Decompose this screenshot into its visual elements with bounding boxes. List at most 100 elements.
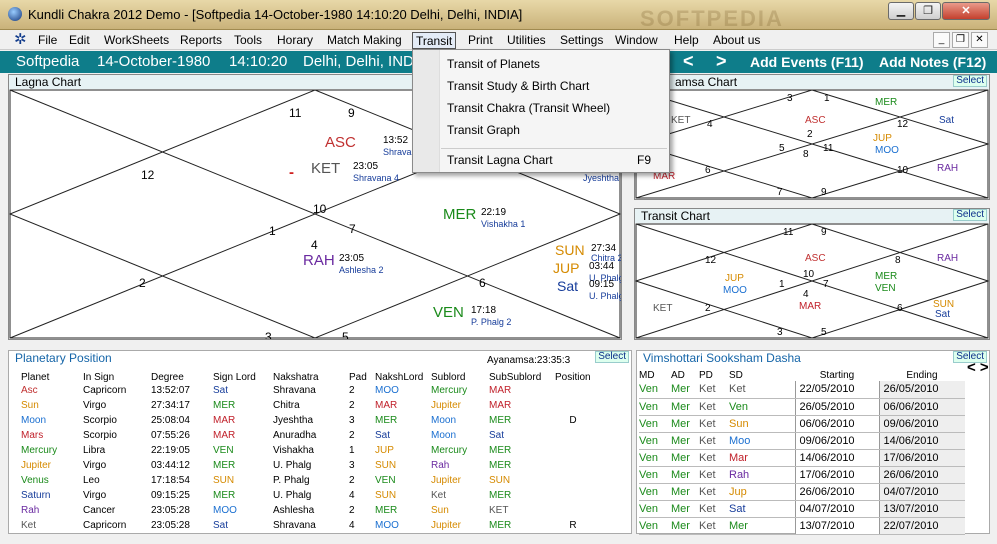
planetary-cell: Virgo <box>83 400 107 411</box>
dasha-row[interactable]: Ven Mer Ket Mer 13/07/2010 22/07/2010 <box>639 517 965 535</box>
mdi-restore-button[interactable]: ❐ <box>952 32 969 48</box>
planetary-row[interactable]: Jupiter Virgo 03:44:12 MER U. Phalg 3 SUN Rah ME… <box>17 458 591 473</box>
planetary-cell: Cancer <box>83 505 116 516</box>
dasha-row[interactable]: Ven Mer Ket Jup 26/06/2010 04/07/2010 <box>639 483 965 501</box>
menu-item-transit-lagna-chart[interactable]: Transit Lagna Chart <box>447 153 553 167</box>
planetary-cell: MOO <box>375 520 399 531</box>
menu-transit[interactable]: Transit <box>412 32 457 49</box>
dasha-row[interactable]: Ven Mer Ket Ket 22/05/2010 26/05/2010 <box>639 381 965 399</box>
menu-item-transit-of-planets[interactable]: Transit of Planets <box>447 57 540 71</box>
menu-window[interactable]: Window <box>612 32 661 49</box>
dasha-cell: Ven <box>639 466 671 484</box>
planetary-cell: Mercury <box>431 385 468 396</box>
nav-planet-ket: KET <box>671 115 690 126</box>
dasha-nav-arrows[interactable]: < > <box>967 359 989 376</box>
planetary-cell: SUN <box>213 475 235 486</box>
menu-item-transit-graph[interactable]: Transit Graph <box>447 123 520 137</box>
planetary-cell: Vishakha <box>273 445 314 456</box>
planetary-cell: Sat <box>213 385 229 396</box>
transit-select-button[interactable]: Select <box>953 209 987 221</box>
dasha-table: MD AD PD SD Starting Ending Ven Mer Ket Ket 22/05/… <box>639 369 965 535</box>
planetary-cell <box>551 503 591 518</box>
menu-item-transit-chakra[interactable]: Transit Chakra (Transit Wheel) <box>447 101 610 115</box>
planetary-row[interactable]: Sun Virgo 27:34:17 MER Chitra 2 MAR Jupiter MAR <box>17 398 591 413</box>
menu-settings[interactable]: Settings <box>557 32 606 49</box>
app-icon <box>8 7 22 21</box>
planetary-cell: Ashlesha <box>273 505 315 516</box>
planetary-cell: Anuradha <box>273 430 317 441</box>
planetary-row[interactable]: Mars Scorpio 07:55:26 MAR Anuradha 2 Sat Moon Sa… <box>17 428 591 443</box>
planetary-cell: MER <box>489 445 512 456</box>
planetary-cell: 22:19:05 <box>151 445 190 456</box>
tr-planet-ket: KET <box>653 303 672 314</box>
menu-item-transit-study[interactable]: Transit Study & Birth Chart <box>447 79 589 93</box>
dasha-row[interactable]: Ven Mer Ket Mar 14/06/2010 17/06/2010 <box>639 449 965 467</box>
navamsa-select-button[interactable]: Select <box>953 75 987 87</box>
dasha-cell: 04/07/2010 <box>878 483 965 501</box>
planetary-cell <box>551 443 591 458</box>
dasha-cell: Ket <box>699 432 729 450</box>
menu-reports[interactable]: Reports <box>177 32 225 49</box>
app-menu-icon[interactable]: ✲ <box>14 32 32 48</box>
navamsa-chart-diagram[interactable]: 3 1 4 12 5 11 2 8 6 10 7 9 MER KET ASC S… <box>635 89 989 199</box>
menu-tools[interactable]: Tools <box>231 32 265 49</box>
planetary-cell: Mercury <box>431 445 468 456</box>
menu-help[interactable]: Help <box>671 32 702 49</box>
menu-utilities[interactable]: Utilities <box>504 32 549 49</box>
planetary-cell: 1 <box>349 445 355 456</box>
softpedia-watermark: SOFTPEDIA <box>640 6 784 31</box>
dasha-row[interactable]: Ven Mer Ket Ven 26/05/2010 06/06/2010 <box>639 398 965 416</box>
planetary-cell: MAR <box>375 400 398 411</box>
add-notes-button[interactable]: Add Notes (F12) <box>879 54 986 70</box>
planetary-cell: Sat <box>375 430 391 441</box>
dasha-row[interactable]: Ven Mer Ket Sun 06/06/2010 09/06/2010 <box>639 415 965 433</box>
nav-house-11: 11 <box>823 143 834 154</box>
menu-match-making[interactable]: Match Making <box>324 32 405 49</box>
close-button[interactable]: ✕ <box>942 2 990 20</box>
menu-horary[interactable]: Horary <box>274 32 316 49</box>
prev-button[interactable]: < <box>683 51 694 72</box>
mdi-close-button[interactable]: ✕ <box>971 32 988 48</box>
planetary-row[interactable]: Asc Capricorn 13:52:07 Sat Shravana 2 MOO Mercu… <box>17 383 591 398</box>
dasha-row[interactable]: Ven Mer Ket Moo 09/06/2010 14/06/2010 <box>639 432 965 450</box>
menu-about-us[interactable]: About us <box>710 32 763 49</box>
dasha-header-5: Ending <box>906 369 938 381</box>
dasha-row[interactable]: Ven Mer Ket Rah 17/06/2010 26/06/2010 <box>639 466 965 484</box>
dasha-cell: Mer <box>671 415 699 433</box>
tr-house-4: 4 <box>803 289 809 300</box>
planetary-cell: MER <box>489 490 512 501</box>
dasha-cell: Rah <box>729 466 795 484</box>
tr-house-1: 1 <box>779 279 785 290</box>
planetary-cell: MAR <box>489 400 512 411</box>
menu-edit[interactable]: Edit <box>66 32 93 49</box>
menu-file[interactable]: File <box>35 32 60 49</box>
minimize-button[interactable]: ▁ <box>888 2 914 20</box>
dasha-row[interactable]: Ven Mer Ket Sat 04/07/2010 13/07/2010 <box>639 500 965 518</box>
planetary-row[interactable]: Mercury Libra 22:19:05 VEN Vishakha 1 JUP Mercu… <box>17 443 591 458</box>
planetary-header-6: NakshLord <box>375 371 424 383</box>
mdi-minimize-button[interactable]: _ <box>933 32 950 48</box>
transit-chart-diagram[interactable]: 11 9 12 8 10 1 7 4 2 6 3 5 ASC RAH JUP M… <box>635 223 989 339</box>
add-events-button[interactable]: Add Events (F11) <box>750 54 864 70</box>
tr-house-10: 10 <box>803 269 815 280</box>
title-bar[interactable]: Kundli Chakra 2012 Demo - [Softpedia 14-… <box>0 0 997 31</box>
ven-nakshatra: P. Phalg 2 <box>471 317 511 327</box>
planetary-cell: Sat <box>489 430 505 441</box>
next-button[interactable]: > <box>716 51 727 72</box>
planetary-row[interactable]: Saturn Virgo 09:15:25 MER U. Phalg 4 SUN Ket MER <box>17 488 591 503</box>
menu-print[interactable]: Print <box>465 32 496 49</box>
planetary-row[interactable]: Rah Cancer 23:05:28 MOO Ashlesha 2 MER Sun KET <box>17 503 591 518</box>
planetary-cell: Moon <box>431 415 457 426</box>
planetary-header-2: Degree <box>151 371 184 383</box>
dasha-cell: 26/06/2010 <box>794 483 879 501</box>
planetary-row[interactable]: Ket Capricorn 23:05:28 Sat Shravana 4 MOO Jupit… <box>17 518 591 533</box>
planetary-row[interactable]: Moon Scorpio 25:08:04 MAR Jyeshtha 3 MER Moon ME… <box>17 413 591 428</box>
nav-house-2: 2 <box>807 129 813 140</box>
planetary-cell: U. Phalg <box>273 490 312 501</box>
planetary-cell: Saturn <box>21 490 51 501</box>
maximize-button[interactable]: ❐ <box>915 2 941 20</box>
menu-worksheets[interactable]: WorkSheets <box>101 32 172 49</box>
planetary-row[interactable]: Venus Leo 17:18:54 SUN P. Phalg 2 VEN Jupiter SU… <box>17 473 591 488</box>
planet-sat: Sat <box>557 278 578 294</box>
planetary-select-button[interactable]: Select <box>595 351 629 363</box>
